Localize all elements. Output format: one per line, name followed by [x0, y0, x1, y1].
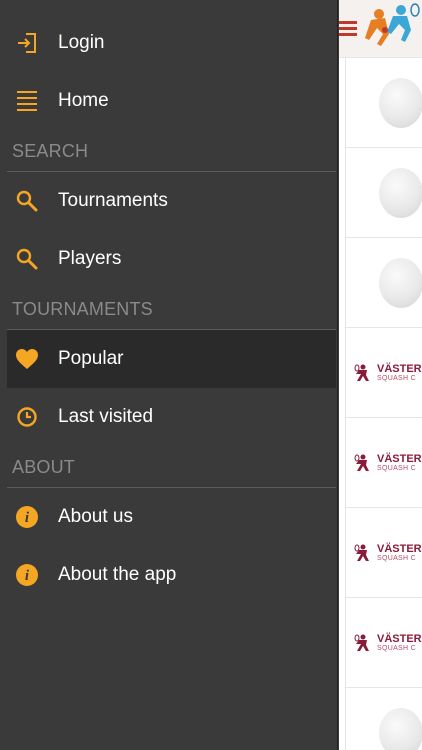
- clock-icon: [7, 388, 47, 446]
- list-icon: [7, 72, 47, 130]
- menu-item-label: About us: [58, 506, 133, 527]
- list-item[interactable]: VÄSTER SQUASH C: [346, 328, 422, 418]
- player-silhouette-icon: [354, 454, 369, 471]
- logo-title: VÄSTER: [377, 362, 422, 375]
- club-logo: VÄSTER SQUASH C: [354, 362, 422, 382]
- navigation-drawer: Login Home SEARCH Tournaments Players TO…: [0, 0, 338, 750]
- logo-subtitle: SQUASH C: [377, 644, 416, 652]
- list-item[interactable]: [346, 238, 422, 328]
- menu-item-label: Login: [58, 32, 105, 53]
- player-silhouette-icon: [354, 544, 369, 561]
- search-icon: [7, 172, 47, 230]
- list-item[interactable]: [346, 58, 422, 148]
- squash-ball-thumbnail: [379, 257, 422, 308]
- menu-item-label: About the app: [58, 564, 177, 585]
- logo-subtitle: SQUASH C: [377, 374, 416, 382]
- player-silhouette-icon: [354, 634, 369, 651]
- menu-item-label: Players: [58, 248, 122, 269]
- menu-item-home[interactable]: Home: [7, 72, 336, 130]
- list-item[interactable]: VÄSTER SQUASH C: [346, 508, 422, 598]
- menu-item-last-visited[interactable]: Last visited: [7, 388, 336, 446]
- tournament-list: VÄSTER SQUASH C VÄSTER SQUASH C VÄSTER S…: [345, 58, 422, 750]
- logo-title: VÄSTER: [377, 452, 422, 465]
- logo-title: VÄSTER: [377, 632, 422, 645]
- logo-title: VÄSTER: [377, 542, 422, 555]
- menu-item-about-app[interactable]: i About the app: [7, 546, 336, 604]
- section-header-about: ABOUT: [12, 457, 76, 477]
- menu-item-label: Popular: [58, 348, 124, 369]
- main-content: VÄSTER SQUASH C VÄSTER SQUASH C VÄSTER S…: [339, 0, 422, 750]
- menu-item-popular[interactable]: Popular: [7, 330, 336, 388]
- menu-item-label: Last visited: [58, 406, 154, 427]
- menu-item-label: Tournaments: [58, 190, 168, 211]
- menu-item-players[interactable]: Players: [7, 230, 336, 288]
- section-header-tournaments: TOURNAMENTS: [12, 299, 153, 319]
- menu-item-login[interactable]: Login: [7, 14, 336, 72]
- list-item[interactable]: VÄSTER SQUASH C: [346, 418, 422, 508]
- heart-icon: [7, 330, 47, 388]
- squash-ball-thumbnail: [379, 77, 422, 128]
- hamburger-icon[interactable]: [339, 19, 359, 39]
- logo-subtitle: SQUASH C: [377, 464, 416, 472]
- menu-item-tournaments[interactable]: Tournaments: [7, 172, 336, 230]
- club-logo: VÄSTER SQUASH C: [354, 452, 422, 472]
- club-logo: VÄSTER SQUASH C: [354, 542, 422, 562]
- menu-item-label: Home: [58, 90, 109, 111]
- list-item[interactable]: [346, 148, 422, 238]
- menu-item-about-us[interactable]: i About us: [7, 488, 336, 546]
- logo-subtitle: SQUASH C: [377, 554, 416, 562]
- info-icon: i: [7, 546, 47, 604]
- header-bar: [339, 0, 422, 58]
- search-icon: [7, 230, 47, 288]
- list-item[interactable]: VÄSTER SQUASH C: [346, 598, 422, 688]
- login-icon: [7, 14, 47, 72]
- section-header-search: SEARCH: [12, 141, 89, 161]
- squash-ball-thumbnail: [379, 167, 422, 218]
- list-item[interactable]: [346, 688, 422, 750]
- club-logo: VÄSTER SQUASH C: [354, 632, 422, 652]
- player-silhouette-icon: [354, 364, 369, 381]
- info-icon: i: [7, 488, 47, 546]
- header-banner-image: [361, 0, 422, 57]
- squash-ball-thumbnail: [379, 708, 422, 750]
